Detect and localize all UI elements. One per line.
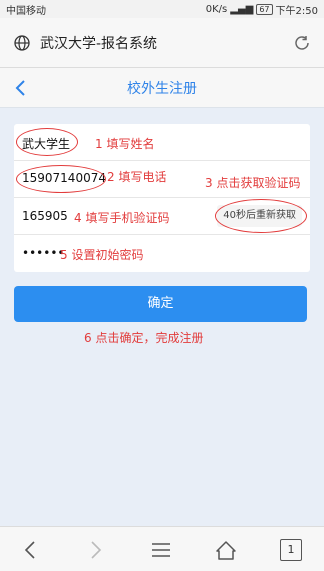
confirm-button[interactable]: 确定 bbox=[14, 286, 307, 322]
page-title: 校外生注册 bbox=[127, 81, 197, 97]
back-icon[interactable] bbox=[20, 539, 42, 561]
registration-form: 武大学生 1 填写姓名 15907140074 2 填写电话 3 点击获取验证码… bbox=[14, 124, 310, 272]
status-time: 下午2:50 bbox=[275, 5, 318, 17]
page-header: 校外生注册 bbox=[0, 68, 324, 108]
menu-icon[interactable] bbox=[150, 539, 172, 561]
password-field[interactable]: •••••• bbox=[22, 246, 64, 260]
password-row[interactable]: •••••• 5 设置初始密码 bbox=[14, 235, 310, 272]
name-highlight-oval bbox=[16, 128, 78, 156]
phone-highlight-oval bbox=[16, 165, 106, 193]
phone-annotation: 2 填写电话 bbox=[107, 170, 167, 184]
status-right: 0K/s ▂▄▆ 67 下午2:50 bbox=[206, 2, 318, 17]
code-annotation: 4 填写手机验证码 bbox=[74, 211, 170, 225]
name-annotation: 1 填写姓名 bbox=[95, 137, 155, 151]
forward-icon[interactable] bbox=[84, 539, 106, 561]
resend-highlight-oval bbox=[215, 199, 307, 233]
page-url-title[interactable]: 武汉大学-报名系统 bbox=[40, 33, 157, 53]
globe-icon bbox=[14, 35, 30, 51]
carrier-label: 中国移动 bbox=[6, 5, 46, 17]
content-area: 武大学生 1 填写姓名 15907140074 2 填写电话 3 点击获取验证码… bbox=[0, 108, 324, 526]
tab-count: 1 bbox=[287, 543, 295, 556]
reload-icon[interactable] bbox=[292, 33, 312, 53]
phone-row[interactable]: 15907140074 2 填写电话 3 点击获取验证码 bbox=[14, 161, 310, 198]
password-annotation: 5 设置初始密码 bbox=[60, 248, 144, 262]
name-row[interactable]: 武大学生 1 填写姓名 bbox=[14, 124, 310, 161]
network-speed: 0K/s bbox=[205, 3, 228, 15]
get-code-annotation: 3 点击获取验证码 bbox=[205, 176, 301, 190]
home-icon[interactable] bbox=[215, 539, 237, 561]
browser-address-bar[interactable]: 武汉大学-报名系统 bbox=[0, 18, 324, 68]
signal-icon: ▂▄▆ bbox=[230, 3, 254, 15]
battery-level: 67 bbox=[259, 4, 270, 14]
tabs-icon[interactable]: 1 bbox=[280, 539, 302, 561]
sms-code-field[interactable]: 165905 bbox=[22, 209, 68, 223]
browser-bottom-nav: 1 bbox=[0, 526, 324, 571]
status-bar: 中国移动 0K/s ▂▄▆ 67 下午2:50 bbox=[0, 0, 324, 18]
code-row[interactable]: 165905 4 填写手机验证码 40秒后重新获取 bbox=[14, 198, 310, 235]
confirm-annotation: 6 点击确定，完成注册 bbox=[84, 331, 204, 345]
battery-icon: 67 bbox=[256, 3, 273, 15]
